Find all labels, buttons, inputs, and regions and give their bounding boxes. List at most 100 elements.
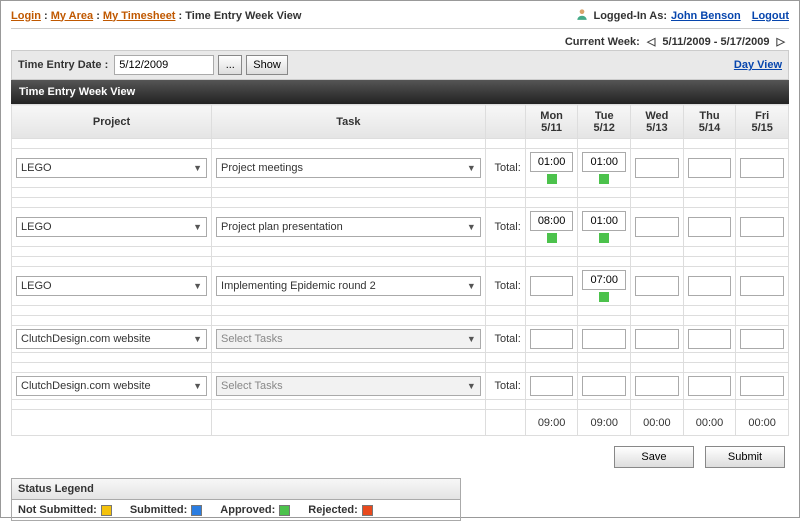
timesheet-grid: Project Task Mon5/11 Tue5/12 Wed5/13 Thu…: [11, 104, 789, 436]
current-week-label: Current Week:: [565, 36, 640, 48]
time-input[interactable]: [530, 211, 574, 231]
row-total-label: Total:: [485, 326, 525, 353]
time-input[interactable]: [740, 276, 784, 296]
time-input[interactable]: [688, 329, 732, 349]
chevron-down-icon: ▼: [467, 222, 476, 232]
col-header-blank: [485, 105, 525, 139]
row-total-label: Total:: [485, 208, 525, 247]
col-header-project: Project: [12, 105, 212, 139]
logged-in-as-label: Logged-In As:: [593, 10, 667, 22]
save-button[interactable]: Save: [614, 446, 694, 468]
time-input[interactable]: [740, 217, 784, 237]
legend-not-submitted-label: Not Submitted:: [18, 504, 97, 516]
col-header-fri: Fri5/15: [736, 105, 789, 139]
chevron-down-icon: ▼: [467, 334, 476, 344]
chevron-down-icon: ▼: [467, 381, 476, 391]
project-select[interactable]: LEGO▼: [16, 158, 207, 178]
submit-button[interactable]: Submit: [705, 446, 785, 468]
time-input[interactable]: [740, 158, 784, 178]
task-select[interactable]: Select Tasks▼: [216, 376, 481, 396]
crumb-current: Time Entry Week View: [185, 10, 301, 22]
row-total-label: Total:: [485, 373, 525, 400]
time-input[interactable]: [740, 329, 784, 349]
col-header-mon: Mon5/11: [525, 105, 578, 139]
legend-submitted-swatch: [191, 505, 202, 516]
legend-approved-label: Approved:: [220, 504, 275, 516]
status-indicator: [547, 233, 557, 243]
chevron-down-icon: ▼: [467, 163, 476, 173]
table-row: LEGO▼ Implementing Epidemic round 2▼Total…: [12, 267, 789, 306]
crumb-my-timesheet[interactable]: My Timesheet: [103, 10, 176, 22]
sum-tue: 09:00: [578, 410, 631, 436]
table-row: LEGO▼ Project plan presentation▼Total:: [12, 208, 789, 247]
row-total-label: Total:: [485, 149, 525, 188]
legend-submitted-label: Submitted:: [130, 504, 187, 516]
chevron-down-icon: ▼: [193, 163, 202, 173]
table-row: ClutchDesign.com website▼ Select Tasks▼To…: [12, 326, 789, 353]
user-name-link[interactable]: John Benson: [671, 10, 741, 22]
time-entry-date-label: Time Entry Date :: [18, 59, 108, 71]
sum-fri: 00:00: [736, 410, 789, 436]
time-input[interactable]: [688, 158, 732, 178]
status-indicator: [547, 174, 557, 184]
time-input[interactable]: [530, 376, 574, 396]
sum-mon: 09:00: [525, 410, 578, 436]
time-input[interactable]: [530, 152, 574, 172]
sum-wed: 00:00: [631, 410, 684, 436]
time-input[interactable]: [582, 211, 626, 231]
time-input[interactable]: [530, 276, 574, 296]
time-input[interactable]: [582, 376, 626, 396]
user-icon: [575, 7, 589, 24]
chevron-down-icon: ▼: [193, 334, 202, 344]
col-header-tue: Tue5/12: [578, 105, 631, 139]
time-input[interactable]: [635, 276, 679, 296]
crumb-login[interactable]: Login: [11, 10, 41, 22]
time-input[interactable]: [582, 152, 626, 172]
project-select[interactable]: LEGO▼: [16, 217, 207, 237]
time-entry-date-input[interactable]: [114, 55, 214, 75]
status-indicator: [599, 292, 609, 302]
time-input[interactable]: [688, 376, 732, 396]
task-select[interactable]: Project meetings▼: [216, 158, 481, 178]
current-week-range: 5/11/2009 - 5/17/2009: [662, 36, 769, 48]
show-button[interactable]: Show: [246, 55, 288, 75]
table-row: LEGO▼ Project meetings▼Total:: [12, 149, 789, 188]
time-input[interactable]: [688, 276, 732, 296]
next-week-arrow[interactable]: ▷: [773, 36, 789, 48]
task-select[interactable]: Implementing Epidemic round 2▼: [216, 276, 481, 296]
time-input[interactable]: [688, 217, 732, 237]
col-header-wed: Wed5/13: [631, 105, 684, 139]
time-input[interactable]: [635, 217, 679, 237]
status-indicator: [599, 233, 609, 243]
time-input[interactable]: [740, 376, 784, 396]
day-view-link[interactable]: Day View: [734, 59, 782, 71]
page-title: Time Entry Week View: [11, 80, 789, 104]
time-input[interactable]: [635, 158, 679, 178]
project-select[interactable]: ClutchDesign.com website▼: [16, 329, 207, 349]
time-input[interactable]: [582, 270, 626, 290]
project-select[interactable]: LEGO▼: [16, 276, 207, 296]
breadcrumb: Login : My Area : My Timesheet : Time En…: [11, 10, 301, 22]
task-select[interactable]: Select Tasks▼: [216, 329, 481, 349]
chevron-down-icon: ▼: [193, 381, 202, 391]
task-select[interactable]: Project plan presentation▼: [216, 217, 481, 237]
logout-link[interactable]: Logout: [752, 10, 789, 22]
crumb-my-area[interactable]: My Area: [51, 10, 93, 22]
project-select[interactable]: ClutchDesign.com website▼: [16, 376, 207, 396]
row-total-label: Total:: [485, 267, 525, 306]
user-box: Logged-In As: John Benson Logout: [575, 7, 789, 24]
legend-not-submitted-swatch: [101, 505, 112, 516]
date-picker-button[interactable]: ...: [218, 55, 242, 75]
time-input[interactable]: [635, 376, 679, 396]
time-input[interactable]: [582, 329, 626, 349]
sum-thu: 00:00: [683, 410, 736, 436]
legend-rejected-label: Rejected:: [308, 504, 358, 516]
chevron-down-icon: ▼: [193, 281, 202, 291]
legend-rejected-swatch: [362, 505, 373, 516]
current-week-bar: Current Week: ◁ 5/11/2009 - 5/17/2009 ▷: [11, 29, 789, 50]
time-input[interactable]: [530, 329, 574, 349]
time-input[interactable]: [635, 329, 679, 349]
col-header-task: Task: [212, 105, 486, 139]
legend-title: Status Legend: [12, 479, 460, 500]
prev-week-arrow[interactable]: ◁: [643, 36, 659, 48]
